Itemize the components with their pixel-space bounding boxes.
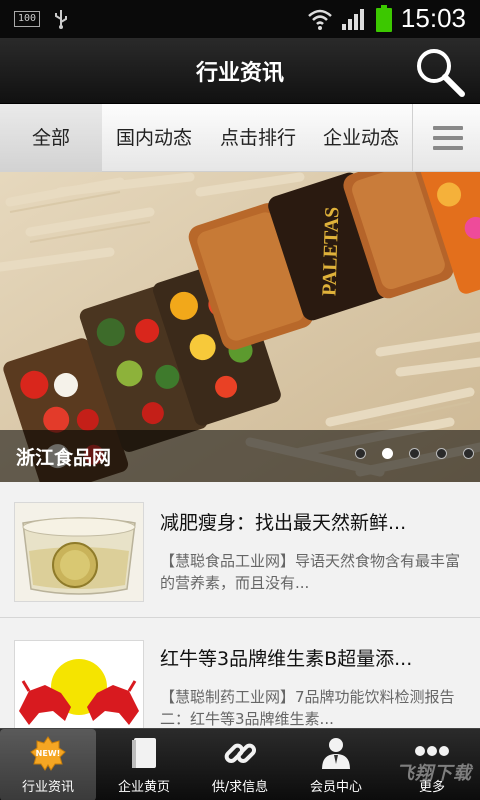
bottom-navigation: NEW! 行业资讯 企业黄页 供/求信息 会员中心 更多 飞翔下载 <box>0 728 480 800</box>
tab-click-ranking[interactable]: 点击排行 <box>206 104 310 172</box>
signal-icon <box>341 8 364 30</box>
carousel-dot[interactable] <box>436 448 447 459</box>
banner-carousel[interactable]: PALETAS 浙江食品网 <box>0 172 480 482</box>
news-thumbnail <box>14 640 144 728</box>
tab-company-news[interactable]: 企业动态 <box>310 104 412 172</box>
nav-industry-news[interactable]: NEW! 行业资讯 <box>0 729 96 800</box>
status-clock: 15:03 <box>400 3 466 33</box>
nav-label: 行业资讯 <box>21 780 74 795</box>
nav-label: 企业黄页 <box>117 780 170 795</box>
news-thumbnail <box>14 502 144 602</box>
status-bar: 100 15:03 <box>0 0 480 38</box>
news-list-item[interactable]: 减肥瘦身：找出最天然新鲜... 【慧聪食品工业网】导语天然食物含有最丰富的营养素… <box>0 482 480 618</box>
link-icon <box>224 743 257 764</box>
red-bull-logo-image <box>15 641 143 728</box>
battery-level-indicator: 100 <box>14 11 40 27</box>
search-icon[interactable] <box>412 44 468 100</box>
carousel-dot-active[interactable] <box>382 448 393 459</box>
news-title: 减肥瘦身：找出最天然新鲜... <box>160 512 407 534</box>
app-header: 行业资讯 <box>0 38 480 104</box>
news-list: 减肥瘦身：找出最天然新鲜... 【慧聪食品工业网】导语天然食物含有最丰富的营养素… <box>0 482 480 728</box>
news-summary: 【慧聪食品工业网】导语天然食物含有最丰富的营养素，而且没有... <box>160 552 461 592</box>
carousel-dot[interactable] <box>409 448 420 459</box>
carousel-dot[interactable] <box>355 448 366 459</box>
carousel-indicator <box>355 448 474 459</box>
wifi-icon <box>308 9 332 30</box>
nav-label: 供/求信息 <box>211 780 269 795</box>
nav-label: 会员中心 <box>309 780 362 795</box>
news-title: 红牛等3品牌维生素B超量添... <box>160 648 413 670</box>
svg-text:NEW!: NEW! <box>36 749 61 758</box>
banner-caption-bar: 浙江食品网 <box>0 430 480 482</box>
news-summary: 【慧聪制药工业网】7品牌功能饮料检测报告二：红牛等3品牌维生素... <box>160 688 455 728</box>
menu-icon[interactable] <box>412 104 480 172</box>
banner-image-text: PALETAS <box>318 206 343 296</box>
news-list-item[interactable]: 红牛等3品牌维生素B超量添... 【慧聪制药工业网】7品牌功能饮料检测报告二：红… <box>0 618 480 728</box>
lemon-water-glass-image <box>15 503 143 601</box>
tab-domestic-news[interactable]: 国内动态 <box>102 104 206 172</box>
member-icon <box>322 738 350 769</box>
book-icon <box>132 738 156 768</box>
usb-icon <box>55 10 67 29</box>
category-tab-bar: 全部 国内动态 点击排行 企业动态 <box>0 104 480 172</box>
banner-caption: 浙江食品网 <box>16 447 112 469</box>
nav-member-center[interactable]: 会员中心 <box>288 729 384 800</box>
tab-all[interactable]: 全部 <box>0 104 102 172</box>
battery-icon <box>375 4 392 32</box>
page-title: 行业资讯 <box>195 61 284 86</box>
nav-supply-demand[interactable]: 供/求信息 <box>192 729 288 800</box>
carousel-dot[interactable] <box>463 448 474 459</box>
nav-company-directory[interactable]: 企业黄页 <box>96 729 192 800</box>
watermark: 飞翔下载 <box>396 763 472 784</box>
new-badge-icon: NEW! <box>30 736 66 771</box>
